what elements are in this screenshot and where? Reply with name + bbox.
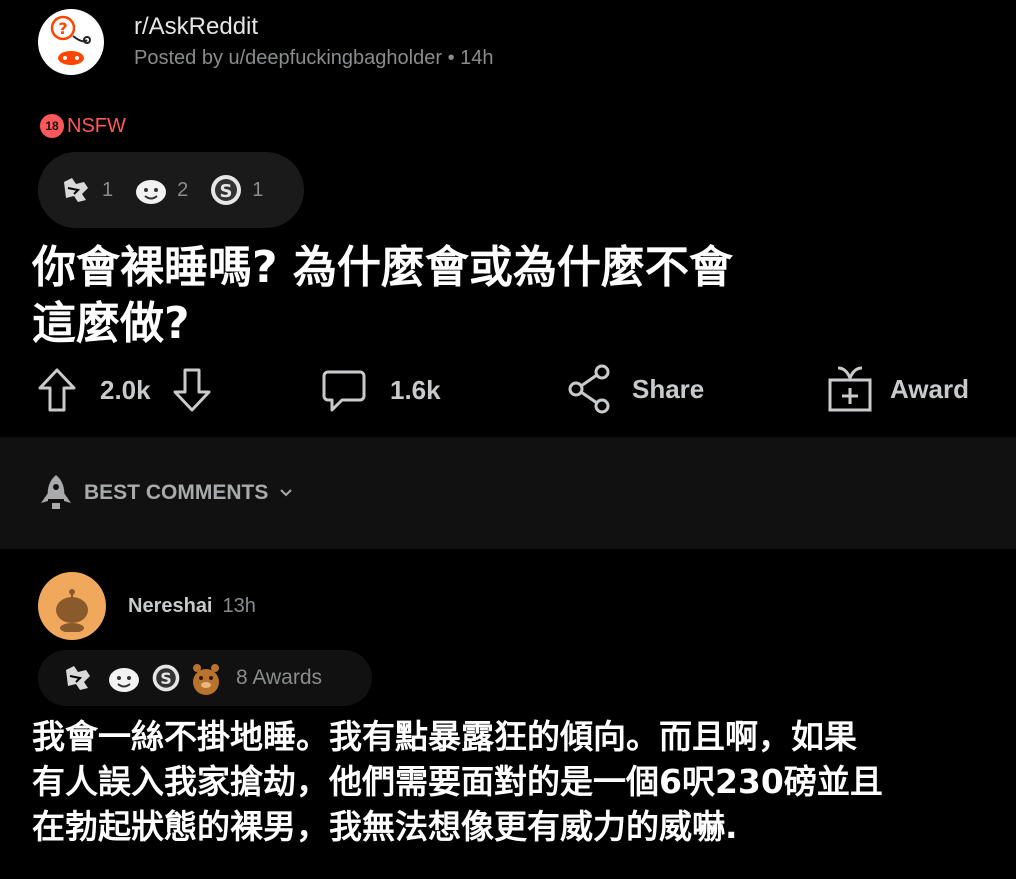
silver-award-icon: S	[152, 664, 180, 692]
reddit-post-page: ? r/AskReddit Posted by u/deepfuckingbag…	[0, 0, 1016, 879]
downvote-icon[interactable]	[171, 366, 213, 414]
avatar[interactable]	[38, 572, 106, 640]
rocket-icon	[41, 475, 71, 509]
sort-dropdown[interactable]: BEST COMMENTS	[38, 473, 294, 513]
comment-awards[interactable]: S 8 Awards	[38, 650, 372, 706]
svg-text:?: ?	[58, 19, 67, 38]
chevron-down-icon	[280, 489, 293, 497]
vote-group: 2.0k	[36, 366, 213, 414]
nsfw-tag: 18 NSFW	[40, 114, 126, 138]
share-button[interactable]: Share	[566, 364, 704, 414]
comment-header: Nereshai 13h	[38, 572, 256, 640]
post-title[interactable]: 你會裸睡嗎? 為什麼會或為什麼不會 這麼做?	[32, 240, 932, 352]
award-item	[58, 660, 98, 696]
comment-count: 1.6k	[390, 374, 441, 405]
helpful-hand-award-icon	[64, 178, 88, 202]
award-item	[106, 660, 142, 696]
award-label: Award	[890, 373, 969, 404]
nsfw-label: NSFW	[67, 114, 126, 137]
comments-button[interactable]: 1.6k	[320, 366, 441, 414]
comment-timestamp: 13h	[222, 594, 256, 617]
awards-count-label: 8 Awards	[236, 666, 322, 689]
comment-body: 我會一絲不掛地睡。我有點暴露狂的傾向。而且啊，如果 有人誤入我家搶劫，他們需要面…	[32, 717, 883, 846]
wholesome-award-icon	[136, 180, 167, 204]
sort-label: BEST COMMENTS	[84, 481, 269, 504]
share-label: Share	[632, 373, 705, 404]
nsfw-18-icon: 18	[40, 114, 64, 138]
askreddit-snoo-icon: ?	[50, 15, 91, 65]
svg-text:S: S	[160, 669, 172, 688]
award-count: 2	[177, 178, 189, 201]
wholesome-award-icon	[109, 668, 139, 692]
share-icon	[568, 364, 610, 414]
subreddit-name[interactable]: r/AskReddit	[134, 12, 494, 42]
posted-by[interactable]: Posted by u/deepfuckingbagholder • 14h	[134, 44, 494, 72]
award-item: 2	[133, 172, 188, 208]
post-awards[interactable]: 1 2 S 1	[38, 152, 304, 228]
award-item	[190, 660, 222, 696]
post-header: ? r/AskReddit Posted by u/deepfuckingbag…	[38, 6, 494, 78]
svg-text:S: S	[220, 181, 233, 202]
upvote-icon[interactable]	[36, 366, 78, 414]
award-count: 1	[102, 178, 114, 201]
bear-award-icon	[193, 664, 219, 695]
award-item: S 1	[208, 172, 263, 208]
award-count: 1	[252, 178, 264, 201]
award-button[interactable]: Award	[826, 364, 969, 414]
award-item: 1	[58, 172, 113, 208]
gift-award-icon	[828, 366, 872, 412]
comment-username[interactable]: Nereshai	[128, 595, 213, 618]
helpful-hand-award-icon	[66, 666, 90, 690]
comment-sort-bar: BEST COMMENTS	[0, 437, 1016, 549]
snoo-avatar-icon	[56, 589, 88, 632]
comment-bubble-icon	[322, 370, 366, 412]
post-action-bar: 2.0k 1.6k Share Award	[0, 360, 1016, 420]
silver-award-icon: S	[211, 175, 242, 205]
subreddit-avatar[interactable]: ?	[38, 9, 104, 75]
award-item: S	[150, 662, 182, 694]
post-meta: r/AskReddit Posted by u/deepfuckingbagho…	[134, 12, 494, 72]
vote-count: 2.0k	[100, 374, 151, 405]
